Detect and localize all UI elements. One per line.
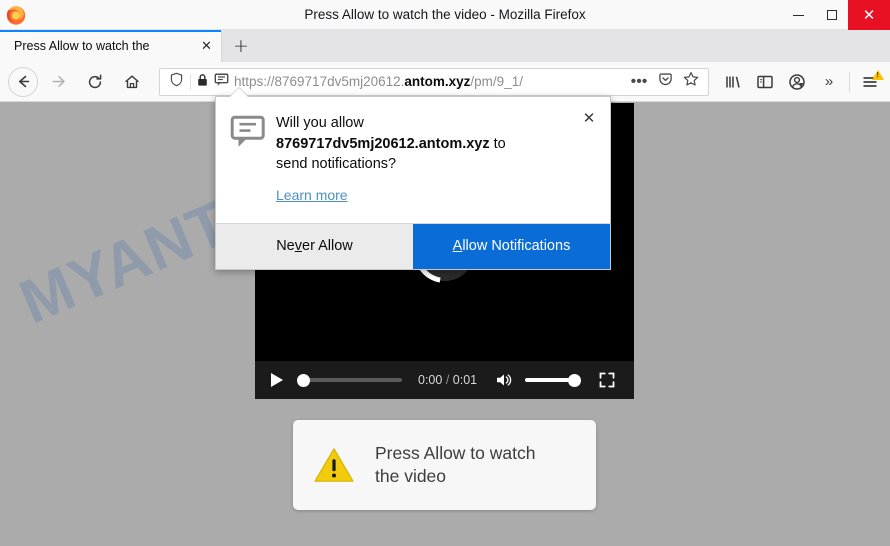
message-line-1: Will you allow xyxy=(276,115,364,131)
play-button[interactable] xyxy=(265,373,289,387)
back-arrow-icon xyxy=(18,75,29,88)
sidebar-icon xyxy=(757,75,773,88)
app-menu-button[interactable] xyxy=(854,67,886,97)
title-bar: Press Allow to watch the video - Mozilla… xyxy=(0,0,890,30)
never-allow-accesskey: v xyxy=(294,238,302,255)
allow-notifications-button[interactable]: Allow Notifications xyxy=(413,223,610,269)
learn-more-link[interactable]: Learn more xyxy=(276,187,348,203)
close-icon: ✕ xyxy=(862,5,876,24)
current-time: 0:00 xyxy=(418,373,443,387)
tab-title: Press Allow to watch the xyxy=(14,39,150,53)
fullscreen-button[interactable] xyxy=(597,372,617,388)
doorhanger-pointer xyxy=(230,88,248,97)
urlbar-divider xyxy=(190,73,191,90)
doorhanger-message: Will you allow 8769717dv5mj20612.antom.xy… xyxy=(270,113,596,205)
alert-card: Press Allow to watch the video xyxy=(293,420,596,510)
tab-strip: Press Allow to watch the ✕ + xyxy=(0,30,890,62)
timecode-display: 0:00 / 0:01 xyxy=(418,373,477,387)
tab-active[interactable]: Press Allow to watch the ✕ xyxy=(0,30,222,62)
reload-button[interactable] xyxy=(78,67,112,97)
toolbar-right-group: » xyxy=(717,62,890,102)
never-allow-pre: Ne xyxy=(276,238,295,255)
alert-line-2: the video xyxy=(375,466,447,486)
doorhanger-message-text: Will you allow 8769717dv5mj20612.antom.xy… xyxy=(276,113,574,175)
video-controls-bar: 0:00 / 0:01 xyxy=(255,361,634,399)
time-separator: / xyxy=(442,373,453,387)
new-tab-button[interactable]: + xyxy=(222,30,260,62)
duration: 0:01 xyxy=(452,373,478,387)
speech-bubble-notification-icon xyxy=(230,113,270,205)
padlock-icon[interactable] xyxy=(193,73,211,90)
back-button[interactable] xyxy=(8,66,38,97)
never-allow-post: er Allow xyxy=(302,238,353,255)
notification-bubble-icon[interactable] xyxy=(211,72,231,92)
allow-accesskey: A xyxy=(452,238,463,255)
fullscreen-icon xyxy=(599,372,615,388)
minimize-icon xyxy=(793,14,804,16)
tab-close-icon[interactable]: ✕ xyxy=(198,38,215,55)
sidebar-button[interactable] xyxy=(749,67,781,97)
progress-track xyxy=(303,378,402,382)
library-icon xyxy=(726,76,740,88)
doorhanger-body: Will you allow 8769717dv5mj20612.antom.xy… xyxy=(216,97,610,223)
play-icon xyxy=(271,373,283,387)
progress-handle[interactable] xyxy=(297,373,310,387)
never-allow-button[interactable]: Ne v er Allow xyxy=(216,223,413,269)
browser-window: Press Allow to watch the video - Mozilla… xyxy=(0,0,890,546)
doorhanger-actions: Ne v er Allow Allow Notifications xyxy=(216,222,610,269)
notification-permission-dialog: Will you allow 8769717dv5mj20612.antom.xy… xyxy=(215,96,611,270)
forward-button[interactable] xyxy=(41,67,75,97)
warning-triangle-badge xyxy=(872,69,884,80)
url-path: /pm/9_1/ xyxy=(470,74,523,89)
message-tail: to xyxy=(489,135,506,152)
home-icon xyxy=(125,75,139,88)
maximize-button[interactable] xyxy=(815,0,848,30)
alert-line-1: Press Allow to watch xyxy=(375,442,536,463)
url-prefix: https://8769717dv5mj20612. xyxy=(234,74,405,89)
progress-slider[interactable] xyxy=(297,373,402,387)
allow-post: llow Notifications xyxy=(462,238,571,255)
home-button[interactable] xyxy=(115,67,149,97)
volume-track xyxy=(525,378,575,382)
maximize-icon xyxy=(826,10,837,20)
volume-on-icon xyxy=(497,374,512,386)
overflow-button[interactable]: » xyxy=(813,67,845,97)
message-line-3: send notifications? xyxy=(276,156,397,173)
forward-arrow-icon xyxy=(51,76,65,87)
window-title: Press Allow to watch the video - Mozilla… xyxy=(304,7,586,22)
account-warning-icon xyxy=(789,73,805,90)
reload-icon xyxy=(88,73,102,88)
warning-triangle-icon xyxy=(314,448,354,482)
doorhanger-close-icon[interactable]: ✕ xyxy=(580,109,598,127)
window-controls: ✕ xyxy=(782,0,890,30)
alert-card-text: Press Allow to watch the video xyxy=(375,442,535,489)
account-button[interactable] xyxy=(781,67,813,97)
close-window-button[interactable]: ✕ xyxy=(848,0,890,30)
url-host: antom.xyz xyxy=(404,74,471,89)
url-text[interactable]: https://8769717dv5mj20612.antom.xyz/pm/9… xyxy=(231,74,626,89)
page-actions-button[interactable]: ••• xyxy=(626,73,652,91)
message-host: 8769717dv5mj20612.antom.xyz xyxy=(276,135,490,152)
library-button[interactable] xyxy=(717,67,749,97)
toolbar-separator xyxy=(849,71,850,92)
volume-slider[interactable] xyxy=(525,373,582,387)
volume-handle[interactable] xyxy=(568,373,582,387)
pocket-icon[interactable] xyxy=(652,72,678,92)
bookmark-star-icon[interactable] xyxy=(678,71,704,92)
minimize-button[interactable] xyxy=(782,0,815,30)
tracking-protection-shield-icon[interactable] xyxy=(164,72,188,92)
volume-button[interactable] xyxy=(495,372,517,388)
